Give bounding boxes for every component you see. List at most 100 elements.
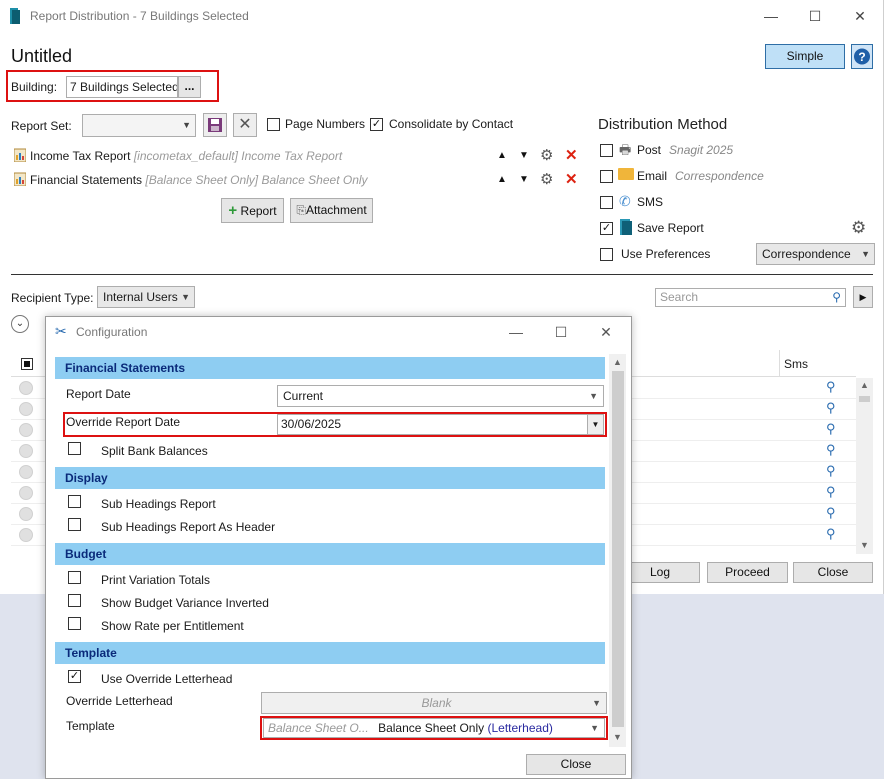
row-radio[interactable] <box>19 423 33 437</box>
close-icon: ✕ <box>238 116 252 133</box>
row-radio[interactable] <box>19 486 33 500</box>
chevron-down-icon: ▼ <box>182 120 191 130</box>
recipient-type-combo[interactable]: Internal Users ▼ <box>97 286 195 308</box>
dialog-minimize-button[interactable]: — <box>506 322 526 342</box>
delete-report-set-button[interactable]: ✕ <box>233 113 257 137</box>
sub-headings-header-label: Sub Headings Report As Header <box>101 520 276 534</box>
magnify-icon[interactable]: ⚲ <box>826 400 836 416</box>
building-field[interactable]: 7 Buildings Selected <box>66 76 178 98</box>
search-placeholder: Search <box>660 290 699 304</box>
dialog-maximize-button[interactable]: ☐ <box>551 322 571 342</box>
remove-icon[interactable]: ✕ <box>565 170 578 188</box>
move-up-icon[interactable]: ▲ <box>497 174 507 185</box>
sub-headings-header-checkbox[interactable] <box>68 518 81 531</box>
rate-entitlement-checkbox[interactable] <box>68 617 81 630</box>
row-radio[interactable] <box>19 444 33 458</box>
row-radio[interactable] <box>19 381 33 395</box>
row-radio[interactable] <box>19 402 33 416</box>
section-display: Display <box>55 467 605 489</box>
magnify-icon[interactable]: ⚲ <box>826 442 836 458</box>
split-bank-checkbox[interactable] <box>68 442 81 455</box>
recipient-type-label: Recipient Type: <box>11 291 94 305</box>
override-report-date-field[interactable]: 30/06/2025 ▼ <box>277 414 604 435</box>
title-bar: Report Distribution - 7 Buildings Select… <box>0 0 884 32</box>
row-radio[interactable] <box>19 465 33 479</box>
help-button[interactable]: ? <box>851 44 873 69</box>
scroll-down-icon[interactable]: ▼ <box>613 732 622 742</box>
envelope-icon <box>618 168 634 180</box>
close-window-button[interactable]: ✕ <box>850 6 870 26</box>
save-report-checkbox[interactable]: ✓ <box>600 222 613 235</box>
row-radio[interactable] <box>19 507 33 521</box>
magnify-icon[interactable]: ⚲ <box>826 505 836 521</box>
template-combo[interactable]: Balance Sheet O... Balance Sheet Only (L… <box>263 718 605 738</box>
report-date-combo[interactable]: Current ▼ <box>277 385 604 407</box>
magnify-icon[interactable]: ⚲ <box>826 421 836 437</box>
help-icon: ? <box>854 48 870 65</box>
dialog-scroll-thumb[interactable] <box>612 371 624 727</box>
consolidate-label: Consolidate by Contact <box>389 117 514 131</box>
building-browse-button[interactable]: ... <box>178 76 201 98</box>
simple-button[interactable]: Simple <box>765 44 845 69</box>
report-item-financial-statements[interactable]: Financial Statements [Balance Sheet Only… <box>14 172 368 190</box>
close-button[interactable]: Close <box>793 562 873 583</box>
report-set-combo[interactable]: ▼ <box>82 114 196 137</box>
report-chart-icon <box>14 172 26 186</box>
move-up-icon[interactable]: ▲ <box>497 150 507 161</box>
date-dropdown-button[interactable]: ▼ <box>587 415 603 434</box>
attachment-button[interactable]: ⎘Attachment <box>290 198 373 223</box>
collapse-toggle[interactable]: ⌄ <box>11 315 29 333</box>
window-title: Report Distribution - 7 Buildings Select… <box>30 9 249 23</box>
use-preferences-checkbox[interactable] <box>600 248 613 261</box>
template-label: Template <box>66 719 115 733</box>
report-item-income-tax[interactable]: Income Tax Report [incometax_default] In… <box>14 148 342 166</box>
scroll-up-icon[interactable]: ▲ <box>860 380 869 390</box>
scroll-down-icon[interactable]: ▼ <box>860 540 869 550</box>
row-radio[interactable] <box>19 528 33 542</box>
move-down-icon[interactable]: ▼ <box>519 174 529 185</box>
magnify-icon[interactable]: ⚲ <box>826 463 836 479</box>
distribution-method-title: Distribution Method <box>598 116 728 133</box>
budget-variance-label: Show Budget Variance Inverted <box>101 596 269 610</box>
sms-column-header[interactable]: Sms <box>784 357 808 371</box>
preferences-combo[interactable]: Correspondence ▼ <box>756 243 875 265</box>
gear-icon[interactable]: ⚙ <box>540 146 553 164</box>
override-letterhead-label: Override Letterhead <box>66 694 173 708</box>
budget-variance-checkbox[interactable] <box>68 594 81 607</box>
proceed-button[interactable]: Proceed <box>707 562 788 583</box>
scroll-up-icon[interactable]: ▲ <box>613 357 622 367</box>
sub-headings-checkbox[interactable] <box>68 495 81 508</box>
paperclip-icon: ⎘ <box>296 203 306 217</box>
select-all-checkbox[interactable] <box>21 358 33 370</box>
save-report-set-button[interactable] <box>203 113 227 137</box>
page-numbers-checkbox[interactable] <box>267 118 280 131</box>
report-name: Financial Statements <box>30 173 143 187</box>
log-button[interactable]: Log <box>620 562 700 583</box>
search-input[interactable]: Search ⚲ <box>655 288 846 307</box>
dialog-close-x-button[interactable]: ✕ <box>596 322 616 342</box>
dialog-close-button[interactable]: Close <box>526 754 626 775</box>
expand-panel-button[interactable]: ▶ <box>853 286 873 308</box>
remove-icon[interactable]: ✕ <box>565 146 578 164</box>
add-report-button[interactable]: + Report <box>221 198 284 223</box>
split-bank-label: Split Bank Balances <box>101 444 208 458</box>
gear-icon[interactable]: ⚙ <box>851 218 866 238</box>
email-checkbox[interactable] <box>600 170 613 183</box>
document-title: Untitled <box>11 46 73 66</box>
scroll-thumb[interactable] <box>859 396 870 402</box>
consolidate-checkbox[interactable]: ✓ <box>370 118 383 131</box>
use-override-letterhead-checkbox[interactable]: ✓ <box>68 670 81 683</box>
post-checkbox[interactable] <box>600 144 613 157</box>
grid-scrollbar[interactable]: ▲ ▼ <box>856 378 873 554</box>
magnify-icon[interactable]: ⚲ <box>826 526 836 542</box>
magnify-icon[interactable]: ⚲ <box>826 379 836 395</box>
override-letterhead-combo[interactable]: Blank ▼ <box>261 692 607 714</box>
gear-icon[interactable]: ⚙ <box>540 170 553 188</box>
move-down-icon[interactable]: ▼ <box>519 150 529 161</box>
minimize-button[interactable]: — <box>761 6 781 26</box>
maximize-button[interactable]: ☐ <box>805 6 825 26</box>
magnify-icon[interactable]: ⚲ <box>826 484 836 500</box>
print-variation-checkbox[interactable] <box>68 571 81 584</box>
sms-checkbox[interactable] <box>600 196 613 209</box>
report-chart-icon <box>14 148 26 162</box>
